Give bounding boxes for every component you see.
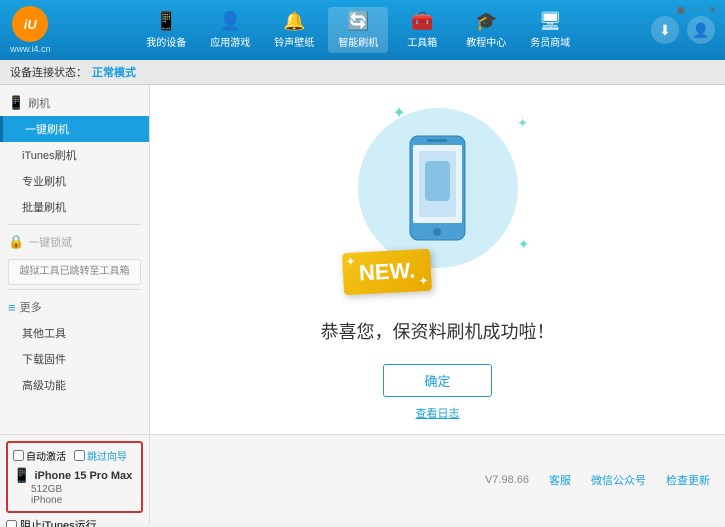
sparkle-3-icon: ✦	[518, 236, 530, 253]
nav-smart-flash-label: 智能刷机	[338, 34, 378, 49]
restore-notice: 越狱工具已跳转至工具箱	[8, 259, 141, 285]
bottom-right-bar: V7.98.66 客服 微信公众号 检查更新	[150, 435, 725, 524]
nav-ringtone-label: 铃声壁纸	[274, 34, 314, 49]
sparkle-2-icon: ✦	[517, 116, 527, 130]
device-box: 自动激活 跳过向导 📱 iPhone 15 Pro Max 512GB iPho…	[6, 441, 143, 513]
status-label: 设备连接状态：	[10, 64, 87, 80]
download-button[interactable]: ⬇	[651, 16, 679, 44]
checkbox-row: 自动激活 跳过向导	[13, 448, 136, 463]
bottom-area: 自动激活 跳过向导 📱 iPhone 15 Pro Max 512GB iPho…	[0, 434, 725, 524]
sidebar-section-more-header: ≡ 更多	[0, 294, 149, 320]
account-button[interactable]: 👤	[687, 16, 715, 44]
sidebar: 📱 刷机 一键刷机 iTunes刷机 专业刷机 批量刷机 🔒 一键锁斌 越狱工具…	[0, 85, 150, 434]
device-name-row: 📱 iPhone 15 Pro Max	[13, 467, 136, 484]
phone-illustration	[405, 133, 470, 243]
new-badge: ✦ NEW. ✦	[341, 249, 431, 296]
service-icon: 🖥	[539, 11, 562, 32]
sidebar-divider-1	[8, 224, 141, 225]
nav-toolbox-label: 工具箱	[407, 34, 437, 49]
bottom-inner: 自动激活 跳过向导 📱 iPhone 15 Pro Max 512GB iPho…	[0, 435, 725, 524]
nav-smart-flash[interactable]: 🔄 智能刷机	[328, 7, 388, 53]
logo-icon: iU	[12, 6, 48, 42]
guided-export-label[interactable]: 跳过向导	[74, 448, 127, 463]
device-sidebar-section: 自动激活 跳过向导 📱 iPhone 15 Pro Max 512GB iPho…	[0, 435, 150, 524]
sidebar-item-itunes-flash[interactable]: iTunes刷机	[0, 142, 149, 168]
sidebar-section-more: ≡ 更多 其他工具 下载固件 高级功能	[0, 294, 149, 398]
ringtone-icon: 🔔	[283, 11, 305, 32]
sidebar-item-pro-flash[interactable]: 专业刷机	[0, 168, 149, 194]
header-right: ⬇ 👤	[651, 16, 715, 44]
device-type: iPhone	[13, 495, 136, 506]
log-link[interactable]: 查看日志	[416, 405, 460, 421]
window-controls: ▣ ─ ✕	[676, 5, 717, 16]
sidebar-section-flash-header: 📱 刷机	[0, 90, 149, 116]
device-storage: 512GB	[13, 484, 136, 495]
nav-apps-games-label: 应用游戏	[210, 34, 250, 49]
nav-ringtone[interactable]: 🔔 铃声壁纸	[264, 7, 324, 53]
sidebar-item-other-tools[interactable]: 其他工具	[0, 320, 149, 346]
toolbox-icon: 🧰	[411, 11, 433, 32]
more-section-icon: ≡	[8, 300, 16, 315]
main-area: 📱 刷机 一键刷机 iTunes刷机 专业刷机 批量刷机 🔒 一键锁斌 越狱工具…	[0, 85, 725, 434]
smart-flash-icon: 🔄	[347, 11, 369, 32]
sidebar-item-advanced[interactable]: 高级功能	[0, 372, 149, 398]
auto-activate-checkbox[interactable]	[13, 450, 24, 461]
confirm-button[interactable]: 确定	[383, 364, 491, 397]
wechat-link[interactable]: 微信公众号	[591, 472, 646, 488]
flash-section-icon: 📱	[8, 95, 24, 111]
version-label: V7.98.66	[485, 474, 529, 486]
status-bar: 设备连接状态： 正常模式	[0, 60, 725, 85]
status-value: 正常模式	[92, 64, 136, 80]
app-logo: iU www.i4.cn	[10, 6, 51, 54]
sidebar-divider-2	[8, 289, 141, 290]
sidebar-section-flash: 📱 刷机 一键刷机 iTunes刷机 专业刷机 批量刷机	[0, 90, 149, 220]
success-message: 恭喜您，保资料刷机成功啦！	[321, 318, 555, 344]
phone-circle	[358, 108, 518, 268]
nav-service-label: 务员商域	[530, 34, 570, 49]
logo-subtext: www.i4.cn	[10, 44, 51, 54]
nav-tutorial[interactable]: 🎓 教程中心	[456, 7, 516, 53]
nav-toolbox[interactable]: 🧰 工具箱	[392, 7, 452, 53]
itunes-checkbox[interactable]	[6, 520, 17, 527]
nav-tutorial-label: 教程中心	[466, 34, 506, 49]
success-illustration: ✦ NEW. ✦ ✦ ✦ ✦	[338, 98, 538, 298]
sidebar-section-restore-header: 🔒 一键锁斌	[0, 229, 149, 255]
apps-games-icon: 👤	[219, 11, 241, 32]
nav-my-device[interactable]: 📱 我的设备	[136, 7, 196, 53]
sidebar-item-one-key-flash[interactable]: 一键刷机	[0, 116, 149, 142]
device-name: iPhone 15 Pro Max	[34, 470, 132, 482]
sidebar-item-batch-flash[interactable]: 批量刷机	[0, 194, 149, 220]
app-header: iU www.i4.cn 📱 我的设备 👤 应用游戏 🔔 铃声壁纸 🔄 智能刷机	[0, 0, 725, 60]
nav-my-device-label: 我的设备	[146, 34, 186, 49]
nav-apps-games[interactable]: 👤 应用游戏	[200, 7, 260, 53]
device-phone-icon: 📱	[13, 467, 30, 484]
check-update-link[interactable]: 检查更新	[666, 472, 710, 488]
main-nav: 📱 我的设备 👤 应用游戏 🔔 铃声壁纸 🔄 智能刷机 🧰 工具箱 🎓	[66, 7, 651, 53]
itunes-label[interactable]: 阻止iTunes运行	[6, 517, 143, 527]
guided-export-checkbox[interactable]	[74, 450, 85, 461]
my-device-icon: 📱	[155, 11, 177, 32]
restore-section-icon: 🔒	[8, 234, 24, 250]
tutorial-icon: 🎓	[475, 11, 497, 32]
sparkle-1-icon: ✦	[393, 103, 406, 123]
nav-service[interactable]: 🖥 务员商域	[520, 7, 580, 53]
main-content: ✦ NEW. ✦ ✦ ✦ ✦ 恭喜您，保资料刷机成功啦！ 确定 查看日志	[150, 85, 725, 434]
sidebar-item-download-firmware[interactable]: 下载固件	[0, 346, 149, 372]
customer-service-link[interactable]: 客服	[549, 472, 571, 488]
auto-activate-label[interactable]: 自动激活	[13, 448, 66, 463]
sidebar-section-restore: 🔒 一键锁斌 越狱工具已跳转至工具箱	[0, 229, 149, 285]
